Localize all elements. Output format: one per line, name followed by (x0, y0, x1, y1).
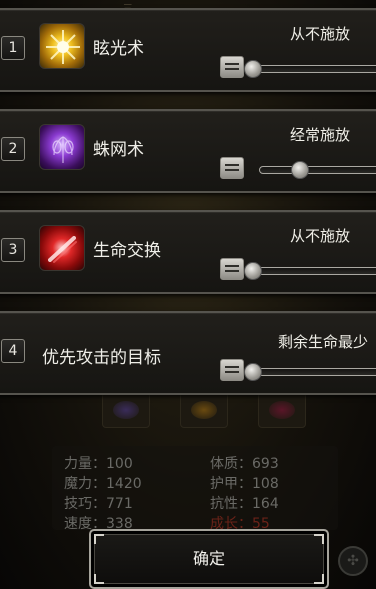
cast-frequency-label: 从不施放 (289, 227, 350, 245)
slider-toggle-button[interactable] (220, 359, 244, 381)
stat-resistance: 抗性：164 (210, 496, 279, 512)
skill-row-2: 2 蛛网术 经常施放 (0, 109, 376, 193)
slider-toggle-button[interactable] (220, 56, 244, 78)
stat-constitution: 体质：693 (210, 456, 279, 472)
stat-strength: 力量：100 (64, 456, 133, 472)
target-priority-label: 优先攻击的目标 (42, 348, 161, 368)
skill-priority-screen: ... 三 ... 力量：100 魔力：1420 技巧：771 速度：338 体… (0, 0, 376, 589)
compass-icon: ✣ (338, 546, 368, 576)
stat-armor: 护甲：108 (210, 476, 279, 492)
cast-frequency-slider[interactable] (259, 166, 376, 174)
skill-row-1: 1 眩光术 从不施放 (0, 8, 376, 92)
equipment-slot-2 (180, 392, 228, 428)
equipment-slot-3 (258, 392, 306, 428)
background-title: ... 三 ... (110, 0, 290, 15)
skill-name: 蛛网术 (93, 140, 144, 160)
cast-frequency-slider[interactable] (246, 65, 376, 73)
spider-web-icon (39, 124, 85, 170)
target-mode-label: 剩余生命最少 (277, 333, 368, 351)
stat-magic: 魔力：1420 (64, 476, 142, 492)
life-swap-icon (39, 225, 85, 271)
row-index: 3 (1, 238, 25, 262)
slider-knob[interactable] (244, 363, 262, 381)
target-priority-slider[interactable] (246, 368, 376, 376)
skill-name: 眩光术 (93, 39, 144, 59)
cast-frequency-label: 从不施放 (289, 25, 350, 43)
confirm-label: 确定 (192, 549, 225, 568)
row-index: 1 (1, 36, 25, 60)
equipment-slot-1 (102, 392, 150, 428)
slider-knob[interactable] (244, 262, 262, 280)
cast-frequency-slider[interactable] (246, 267, 376, 275)
slider-toggle-button[interactable] (220, 157, 244, 179)
cast-frequency-label: 经常施放 (289, 126, 350, 144)
slider-knob[interactable] (244, 60, 262, 78)
skill-row-3: 3 生命交换 从不施放 (0, 210, 376, 294)
stat-skill: 技巧：771 (64, 496, 133, 512)
sun-burst-icon (39, 23, 85, 69)
skill-row-4: 4 优先攻击的目标 剩余生命最少 (0, 311, 376, 395)
confirm-button[interactable]: 确定 (89, 529, 329, 589)
slider-knob[interactable] (290, 161, 309, 179)
slider-toggle-button[interactable] (220, 258, 244, 280)
row-index: 4 (1, 339, 25, 363)
row-index: 2 (1, 137, 25, 161)
skill-name: 生命交换 (93, 241, 161, 261)
